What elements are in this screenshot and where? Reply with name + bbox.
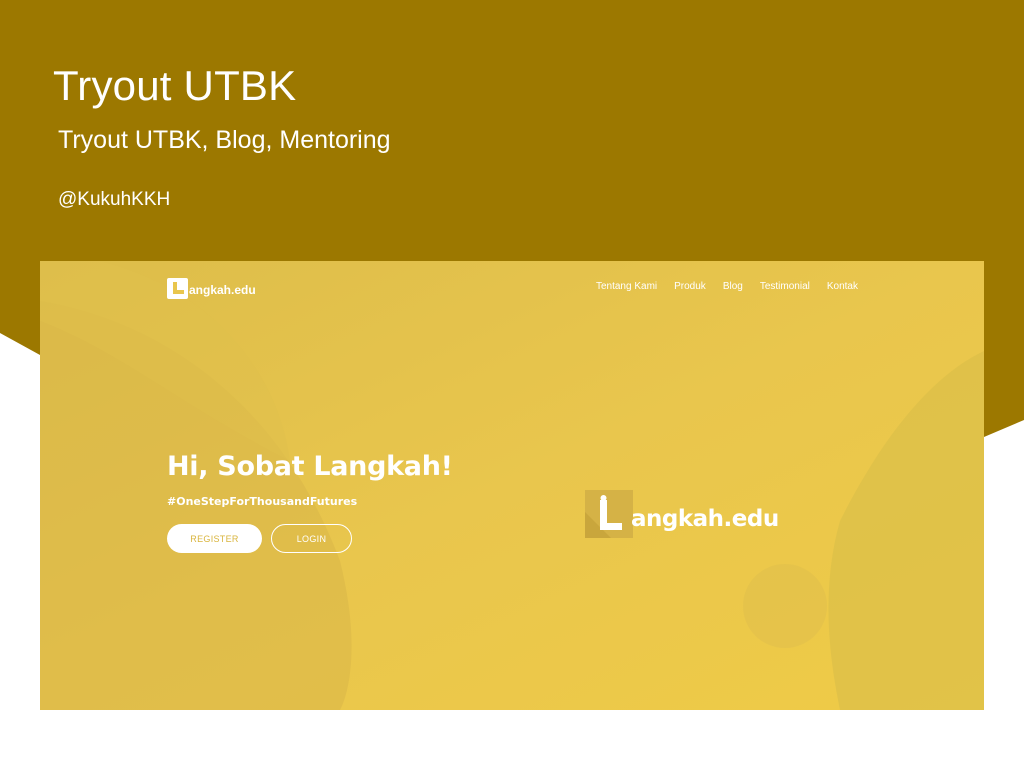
register-button[interactable]: REGISTER [167,524,262,553]
hero-background [40,261,984,710]
hero-tagline: #OneStepForThousandFutures [167,495,358,508]
author-handle: @KukuhKKH [58,189,171,210]
nav-item-blog[interactable]: Blog [723,281,743,292]
navbar-logo-text: angkah.edu [189,283,256,297]
page-title: Tryout UTBK [53,62,297,109]
page: Tryout UTBK Tryout UTBK, Blog, Mentoring… [0,0,1024,768]
login-button[interactable]: LOGIN [271,524,352,553]
nav-item-produk[interactable]: Produk [674,281,706,292]
navbar-logo[interactable]: angkah.edu [167,276,256,300]
hero-logo-text: angkah.edu [631,506,779,532]
langkah-logo-icon [585,490,633,538]
nav-item-kontak[interactable]: Kontak [827,281,858,292]
page-subtitle: Tryout UTBK, Blog, Mentoring [58,126,391,154]
website-screenshot: angkah.edu Tentang Kami Produk Blog Test… [40,261,984,710]
hero-logo: angkah.edu [585,490,805,540]
hero-title: Hi, Sobat Langkah! [167,451,453,482]
nav-item-testimonial[interactable]: Testimonial [760,281,810,292]
langkah-logo-icon [167,277,188,299]
nav-item-tentang-kami[interactable]: Tentang Kami [596,281,657,292]
navbar-menu: Tentang Kami Produk Blog Testimonial Kon… [579,281,858,292]
